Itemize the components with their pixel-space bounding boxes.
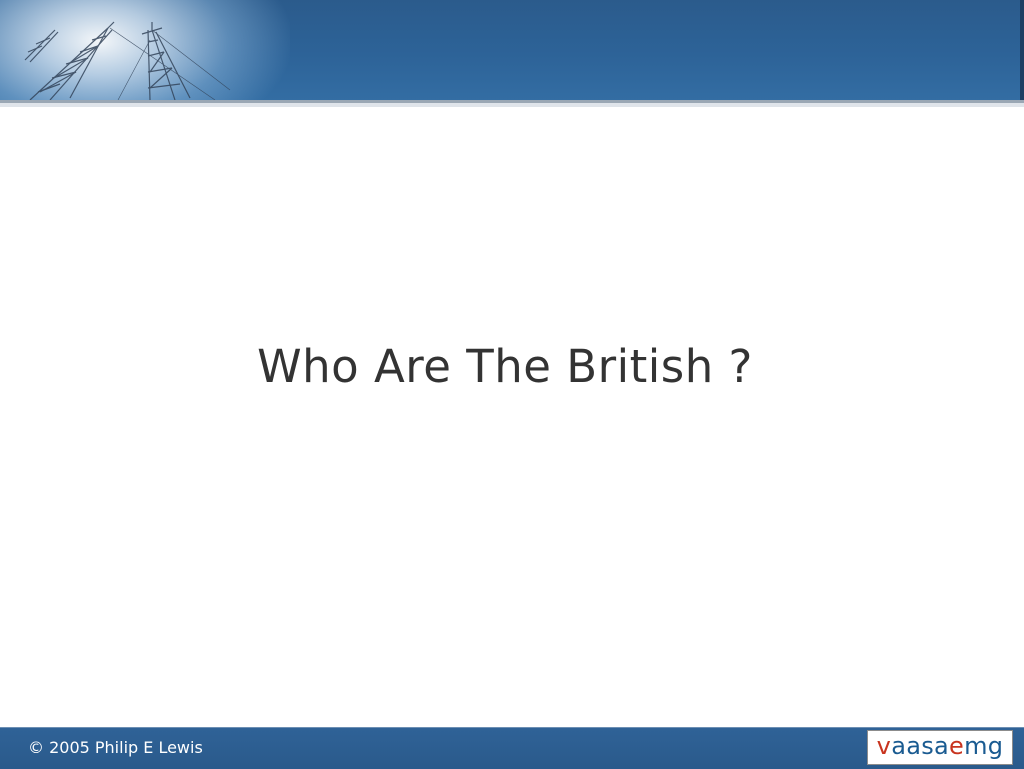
logo-part-v: v [876, 732, 892, 760]
logo-part-mg: mg [964, 732, 1004, 760]
logo-part-e: e [949, 732, 965, 760]
header-banner [0, 0, 1024, 100]
footer-bar: © 2005 Philip E Lewis vaasaemg [0, 727, 1024, 769]
logo-part-aasa: aasa [891, 732, 950, 760]
radio-mast-towers-image [24, 21, 231, 100]
slide-title: Who Are The British ? [257, 340, 753, 393]
header-edge [1020, 0, 1024, 104]
copyright-text: © 2005 Philip E Lewis [28, 738, 203, 757]
vaasaemg-logo: vaasaemg [867, 730, 1013, 765]
header-divider-shadow [0, 103, 1024, 107]
